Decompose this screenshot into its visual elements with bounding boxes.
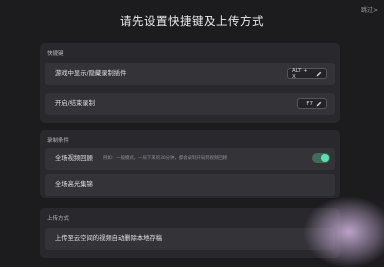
shortcut-row-record: 开启/结束录制 F7 <box>45 93 335 115</box>
full-review-toggle[interactable] <box>312 153 330 163</box>
upload-panel: 上传方式 上传至云空间的视频自动删除本地存稿 <box>40 208 340 258</box>
section-title-upload: 上传方式 <box>47 216 70 222</box>
recording-option-label: 全场高光集锦 <box>55 181 93 188</box>
shortcut-label: 游戏中显示/隐藏录制插件 <box>55 70 127 77</box>
recording-panel: 录制条件 全场视频回顾 例如：一般模式，一局下来的30分钟，都会录制开局到视频回… <box>40 130 340 198</box>
recording-option-label: 全场视频回顾 <box>55 155 93 162</box>
pencil-icon <box>316 71 322 77</box>
shortcut-key-field[interactable]: ALT + X <box>287 67 327 80</box>
upload-option-label: 上传至云空间的视频自动删除本地存稿 <box>55 235 163 242</box>
shortcut-key-field[interactable]: F7 <box>297 98 327 109</box>
shortcut-row-toggle-plugin: 游戏中显示/隐藏录制插件 ALT + X <box>45 63 335 85</box>
shortcut-label: 开启/结束录制 <box>55 100 95 107</box>
toggle-knob <box>321 154 329 162</box>
pencil-icon <box>316 101 322 107</box>
recording-option-hint: 例如：一般模式，一局下来的30分钟，都会录制开局到视频回顾 <box>103 156 228 161</box>
recording-row-full-review[interactable]: 全场视频回顾 例如：一般模式，一局下来的30分钟，都会录制开局到视频回顾 <box>45 148 335 170</box>
shortcut-key-value: F7 <box>306 100 313 107</box>
recording-row-highlights[interactable]: 全场高光集锦 <box>45 174 335 196</box>
page-title: 请先设置快捷键及上传方式 <box>120 14 264 28</box>
decorative-glow <box>304 197 384 267</box>
shortcut-key-value: ALT + X <box>292 67 308 80</box>
shortcuts-panel: 快捷键 游戏中显示/隐藏录制插件 ALT + X 开启/结束录制 F7 <box>40 43 340 123</box>
section-title-recording: 录制条件 <box>47 138 70 144</box>
upload-row-auto-delete[interactable]: 上传至云空间的视频自动删除本地存稿 <box>45 228 335 250</box>
section-title-shortcuts: 快捷键 <box>47 51 64 57</box>
